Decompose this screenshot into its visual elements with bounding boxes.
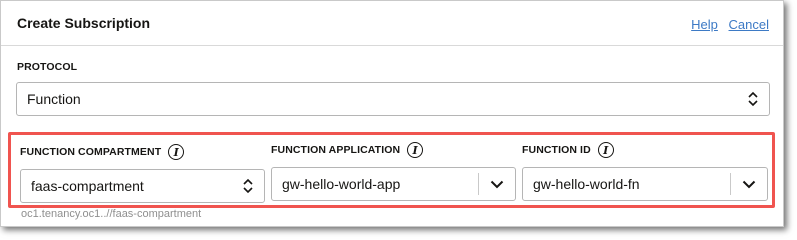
function-compartment-label-row: FUNCTION COMPARTMENT i xyxy=(20,144,185,160)
function-application-label-row: FUNCTION APPLICATION i xyxy=(271,142,424,158)
function-application-dropdown-button[interactable] xyxy=(479,168,515,200)
function-compartment-label: FUNCTION COMPARTMENT xyxy=(20,145,162,158)
dialog-header: Create Subscription Help Cancel xyxy=(1,1,783,46)
chevron-down-icon xyxy=(742,180,756,188)
header-links: Help Cancel xyxy=(691,17,769,32)
protocol-select[interactable]: Function xyxy=(16,82,770,116)
compartment-path-hint: oc1.tenancy.oc1..//faas-compartment xyxy=(21,208,202,220)
function-id-value: gw-hello-world-fn xyxy=(533,176,640,192)
function-compartment-select[interactable]: faas-compartment xyxy=(20,169,265,203)
function-id-label: FUNCTION ID xyxy=(522,143,591,156)
function-application-select[interactable]: gw-hello-world-app xyxy=(271,167,516,201)
info-icon[interactable]: i xyxy=(168,144,185,160)
up-down-chevron-icon xyxy=(748,91,758,107)
protocol-label: PROTOCOL xyxy=(17,61,78,73)
function-id-select[interactable]: gw-hello-world-fn xyxy=(522,167,768,201)
function-id-label-row: FUNCTION ID i xyxy=(522,142,614,158)
dialog-title: Create Subscription xyxy=(17,15,151,31)
function-compartment-value: faas-compartment xyxy=(31,178,144,194)
help-link[interactable]: Help xyxy=(691,17,718,32)
info-icon[interactable]: i xyxy=(597,142,614,158)
chevron-down-icon xyxy=(490,180,504,188)
create-subscription-dialog: Create Subscription Help Cancel PROTOCOL… xyxy=(0,0,784,227)
cancel-link[interactable]: Cancel xyxy=(729,17,769,32)
up-down-chevron-icon xyxy=(243,178,253,194)
function-application-label: FUNCTION APPLICATION xyxy=(271,143,401,156)
function-id-dropdown-button[interactable] xyxy=(731,168,767,200)
info-icon[interactable]: i xyxy=(407,142,424,158)
function-application-value: gw-hello-world-app xyxy=(282,176,401,192)
protocol-select-value: Function xyxy=(27,91,81,107)
